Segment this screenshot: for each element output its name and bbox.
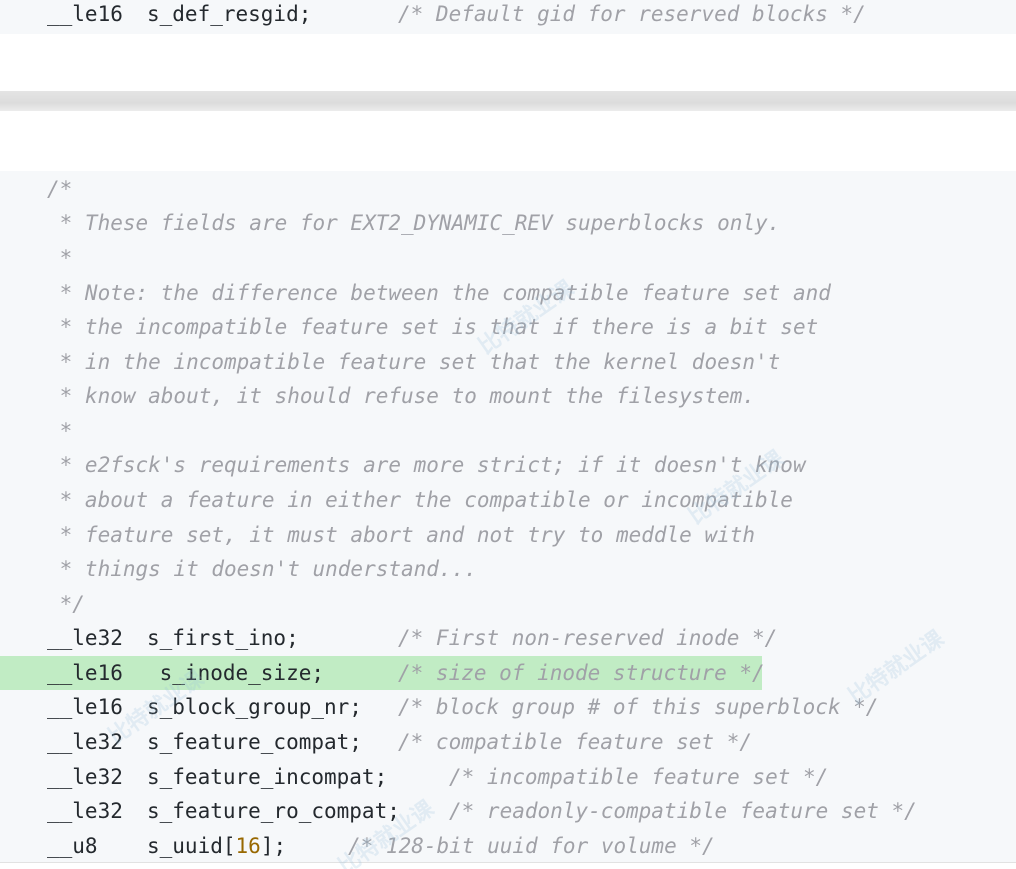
- code-line: __le32 s_feature_compat; /* compatible f…: [0, 725, 1016, 759]
- code-identifier: s_uuid[16];: [147, 834, 287, 858]
- code-type: __le32: [47, 765, 123, 789]
- code-line: __le16 s_block_group_nr; /* block group …: [0, 690, 1016, 724]
- code-line: __le32 s_first_ino; /* First non-reserve…: [0, 621, 1016, 655]
- comment-line: * the incompatible feature set is that i…: [47, 315, 819, 339]
- comment-line: *: [47, 419, 73, 443]
- code-identifier: s_def_resgid;: [147, 2, 312, 26]
- code-line: __u8 s_uuid[16]; /* 128-bit uuid for vol…: [0, 829, 1016, 863]
- comment-line: * things it doesn't understand...: [47, 557, 477, 581]
- code-identifier: s_inode_size;: [147, 661, 325, 685]
- code-block-top: __le16 s_def_resgid; /* Default gid for …: [0, 0, 1016, 34]
- comment-line: *: [47, 246, 73, 270]
- comment-line: /*: [47, 177, 73, 201]
- code-comment: /* size of inode structure */: [398, 661, 765, 685]
- comment-line: * These fields are for EXT2_DYNAMIC_REV …: [47, 211, 781, 235]
- code-line: __le32 s_feature_incompat; /* incompatib…: [0, 760, 1016, 794]
- code-comment: /* incompatible feature set */: [449, 765, 829, 789]
- code-type: __u8: [47, 834, 98, 858]
- code-identifier: s_block_group_nr;: [147, 695, 362, 719]
- code-number: 16: [235, 834, 261, 858]
- code-identifier: s_feature_incompat;: [147, 765, 388, 789]
- code-comment: /* block group # of this superblock */: [398, 695, 879, 719]
- comment-line: * e2fsck's requirements are more strict;…: [47, 453, 806, 477]
- code-comment: /* 128-bit uuid for volume */: [348, 834, 715, 858]
- code-type: __le32: [47, 626, 123, 650]
- code-identifier: s_feature_ro_compat;: [147, 799, 400, 823]
- code-comment: /* readonly-compatible feature set */: [449, 799, 917, 823]
- code-block-main: /* * These fields are for EXT2_DYNAMIC_R…: [0, 171, 1016, 863]
- code-comment: /* First non-reserved inode */: [398, 626, 778, 650]
- code-identifier: s_feature_compat;: [147, 730, 362, 754]
- block-separator: [0, 91, 1016, 111]
- comment-line: * about a feature in either the compatib…: [47, 488, 793, 512]
- code-type: __le32: [47, 799, 123, 823]
- code-type: __le16: [47, 661, 123, 685]
- code-type: __le32: [47, 730, 123, 754]
- code-identifier: s_first_ino;: [147, 626, 299, 650]
- comment-line: * Note: the difference between the compa…: [47, 281, 831, 305]
- code-line: __le32 s_feature_ro_compat; /* readonly-…: [0, 794, 1016, 828]
- code-type: __le16: [47, 695, 123, 719]
- comment-line: */: [47, 592, 85, 616]
- code-comment: /* compatible feature set */: [398, 730, 753, 754]
- comment-line: * in the incompatible feature set that t…: [47, 350, 781, 374]
- code-line: __le16 s_def_resgid; /* Default gid for …: [0, 0, 1016, 31]
- code-comment: /* Default gid for reserved blocks */: [398, 2, 866, 26]
- code-line-highlighted: __le16 s_inode_size; /* size of inode st…: [0, 656, 1016, 690]
- code-type: __le16: [47, 2, 123, 26]
- comment-line: * know about, it should refuse to mount …: [47, 384, 756, 408]
- comment-line: * feature set, it must abort and not try…: [47, 523, 756, 547]
